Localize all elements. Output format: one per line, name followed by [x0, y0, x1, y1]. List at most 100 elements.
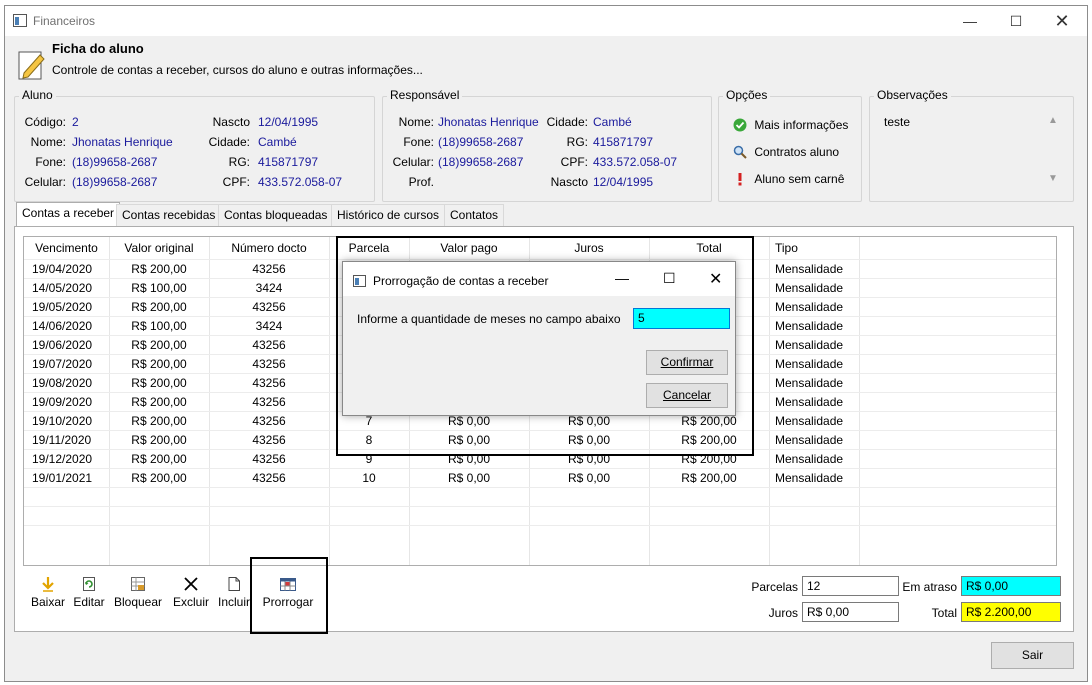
aluno-rg: 415871797 [258, 155, 319, 169]
table-row[interactable] [24, 487, 1056, 506]
cell-docto: 43256 [252, 452, 286, 466]
aluno-sem-carne-link[interactable]: Aluno sem carnê [733, 172, 844, 186]
parcelas-field[interactable]: 12 [802, 576, 899, 596]
contratos-aluno-link[interactable]: Contratos aluno [733, 145, 839, 159]
dialog-title-bar: Prorrogação de contas a receber — ☐ ✕ [343, 262, 735, 296]
cell-tipo: Mensalidade [775, 281, 844, 295]
resp-cpf-label: CPF: [560, 155, 588, 169]
resp-nascto: 12/04/1995 [593, 175, 654, 189]
opcoes-group-label: Opções [723, 88, 771, 102]
col-header-numero-docto[interactable]: Número docto [209, 241, 329, 255]
aluno-fone: (18)99658-2687 [72, 155, 158, 169]
total-label: Total [931, 606, 957, 620]
aluno-cpf: 433.572.058-07 [258, 175, 343, 189]
confirmar-button[interactable]: Confirmar [646, 350, 728, 375]
table-row[interactable] [24, 525, 1056, 544]
juros-field[interactable]: R$ 0,00 [802, 602, 899, 622]
scroll-up-icon[interactable]: ▲ [1048, 115, 1058, 126]
aluno-codigo: 2 [72, 115, 79, 129]
cell-valor: R$ 200,00 [131, 452, 187, 466]
dialog-title: Prorrogação de contas a receber [373, 274, 549, 288]
window-app-icon [13, 14, 27, 27]
resp-cidade-label: Cidade: [546, 115, 588, 129]
mais-informacoes-link[interactable]: Mais informações [733, 118, 848, 132]
cell-tipo: Mensalidade [775, 262, 844, 276]
col-header-tipo[interactable]: Tipo [769, 241, 859, 255]
cell-vencimento: 19/07/2020 [32, 357, 93, 371]
tab-contas-bloqueadas[interactable]: Contas bloqueadas [218, 204, 334, 226]
cell-tipo: Mensalidade [775, 414, 844, 428]
highlight-box-prorrogar [250, 557, 328, 634]
aluno-cidade: Cambé [258, 135, 297, 149]
resp-cidade: Cambé [593, 115, 632, 129]
col-header-vencimento[interactable]: Vencimento [24, 241, 109, 255]
cell-valor: R$ 200,00 [131, 433, 187, 447]
scroll-down-icon[interactable]: ▼ [1048, 173, 1058, 184]
check-circle-icon [733, 118, 747, 132]
prorrogacao-dialog: Prorrogação de contas a receber — ☐ ✕ In… [342, 261, 736, 416]
tab-contas-a-receber[interactable]: Contas a receber [16, 202, 121, 227]
cell-tipo: Mensalidade [775, 376, 844, 390]
cell-tipo: Mensalidade [775, 395, 844, 409]
cell-valor: R$ 200,00 [131, 471, 187, 485]
window-title: Financeiros [33, 14, 96, 28]
baixar-label: Baixar [30, 595, 65, 609]
responsavel-group-label: Responsável [387, 88, 463, 102]
cell-tipo: Mensalidade [775, 357, 844, 371]
new-document-icon [228, 577, 240, 591]
cell-vencimento: 19/01/2021 [32, 471, 93, 485]
aluno-celular: (18)99658-2687 [72, 175, 158, 189]
x-icon [184, 577, 198, 591]
tab-contatos[interactable]: Contatos [444, 204, 505, 226]
cell-tipo: Mensalidade [775, 433, 844, 447]
editar-button[interactable]: Editar [72, 576, 106, 609]
table-row[interactable] [24, 506, 1056, 525]
cell-valor: R$ 200,00 [131, 300, 187, 314]
resp-fone-label: Fone: [403, 135, 434, 149]
cell-valor: R$ 200,00 [131, 395, 187, 409]
bloquear-button[interactable]: Bloquear [113, 576, 163, 609]
resp-nascto-label: Nascto [550, 175, 588, 189]
resp-nome: Jhonatas Henrique [438, 115, 539, 129]
cell-tipo: Mensalidade [775, 471, 844, 485]
minimize-button[interactable]: — [947, 6, 993, 36]
arrow-down-icon [42, 577, 54, 592]
cell-tipo: Mensalidade [775, 452, 844, 466]
total-field[interactable]: R$ 2.200,00 [961, 602, 1061, 622]
col-header-valor-original[interactable]: Valor original [109, 241, 209, 255]
excluir-button[interactable]: Excluir [172, 576, 210, 609]
cell-vencimento: 19/05/2020 [32, 300, 93, 314]
dialog-minimize-button[interactable]: — [615, 270, 629, 286]
cell-vencimento: 19/06/2020 [32, 338, 93, 352]
observacoes-textarea[interactable]: teste ▲ ▼ [876, 107, 1068, 191]
cancelar-button[interactable]: Cancelar [646, 383, 728, 408]
contratos-aluno-label: Contratos aluno [754, 145, 840, 159]
cell-valor: R$ 200,00 [131, 414, 187, 428]
sair-button[interactable]: Sair [991, 642, 1074, 669]
tab-historico-de-cursos[interactable]: Histórico de cursos [331, 204, 446, 226]
dialog-close-button[interactable]: ✕ [709, 269, 722, 289]
em-atraso-field[interactable]: R$ 0,00 [961, 576, 1061, 596]
cell-vencimento: 19/10/2020 [32, 414, 93, 428]
cell-valor: R$ 200,00 [131, 357, 187, 371]
refresh-document-icon [83, 577, 95, 591]
incluir-button[interactable]: Incluir [216, 576, 252, 609]
cell-vencimento: 19/04/2020 [32, 262, 93, 276]
baixar-button[interactable]: Baixar [30, 576, 66, 609]
months-input[interactable]: 5 [633, 308, 730, 329]
dialog-maximize-button[interactable]: ☐ [663, 270, 676, 287]
cell-valor: R$ 200,00 [131, 376, 187, 390]
cell-docto: 43256 [252, 414, 286, 428]
cell-valor: R$ 200,00 [131, 262, 187, 276]
cell-valor: R$ 200,00 [131, 338, 187, 352]
table-row[interactable]: 19/01/2021 R$ 200,00 43256 10 R$ 0,00 R$ 0,00… [24, 468, 1056, 487]
cell-docto: 43256 [252, 357, 286, 371]
close-button[interactable]: ✕ [1039, 6, 1085, 36]
observacoes-group-label: Observações [874, 88, 951, 102]
cell-docto: 43256 [252, 376, 286, 390]
magnifier-icon [733, 145, 747, 159]
maximize-button[interactable]: ☐ [993, 6, 1039, 36]
aluno-cpf-label: CPF: [222, 175, 250, 189]
tab-contas-recebidas[interactable]: Contas recebidas [116, 204, 222, 226]
cell-tipo: Mensalidade [775, 319, 844, 333]
